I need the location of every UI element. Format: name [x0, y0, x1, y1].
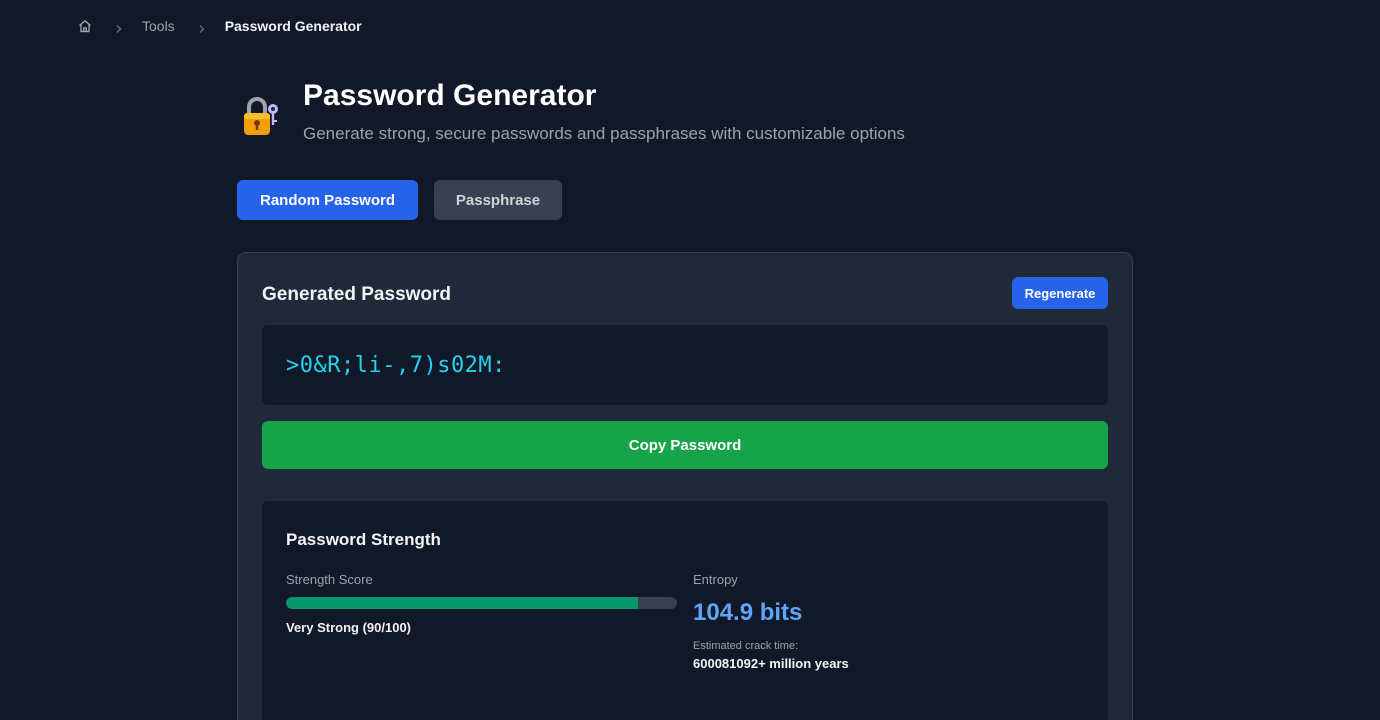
entropy-value: 104.9 bits [693, 599, 803, 626]
tab-random-password[interactable]: Random Password [237, 180, 418, 220]
strength-score-value: Very Strong (90/100) [286, 620, 411, 635]
strength-panel: Password Strength Strength Score Very St… [262, 501, 1108, 720]
copy-password-button[interactable]: Copy Password [262, 421, 1108, 469]
breadcrumb-current: Password Generator [224, 18, 362, 34]
page-subtitle: Generate strong, secure passwords and pa… [303, 124, 905, 143]
page-header: Password Generator Generate strong, secu… [237, 76, 905, 144]
strength-meter-fill [286, 597, 638, 609]
mode-tabs: Random Password Passphrase [237, 180, 562, 220]
password-text[interactable]: >0&R;li-,7)s02M: [286, 353, 506, 378]
generated-password-title: Generated Password [262, 284, 452, 305]
chevron-right-icon [114, 21, 124, 33]
generator-card: Generated Password Regenerate >0&R;li-,7… [237, 252, 1133, 720]
password-display[interactable]: >0&R;li-,7)s02M: [262, 325, 1108, 405]
home-icon[interactable] [78, 19, 92, 33]
regenerate-button[interactable]: Regenerate [1012, 277, 1108, 309]
chevron-right-icon [197, 21, 207, 33]
tab-passphrase[interactable]: Passphrase [434, 180, 562, 220]
breadcrumb-tools-link[interactable]: Tools [142, 18, 175, 34]
locked-with-key-icon [237, 93, 283, 139]
breadcrumb: Tools Password Generator [78, 17, 362, 35]
strength-score-label: Strength Score [286, 572, 373, 587]
header-text: Password Generator Generate strong, secu… [303, 76, 905, 144]
strength-meter [286, 597, 677, 609]
crack-time-label: Estimated crack time: [693, 640, 799, 652]
crack-time-value: 600081092+ million years [693, 656, 849, 671]
page-title: Password Generator [303, 79, 597, 112]
strength-title: Password Strength [286, 530, 441, 549]
entropy-label: Entropy [693, 572, 738, 587]
